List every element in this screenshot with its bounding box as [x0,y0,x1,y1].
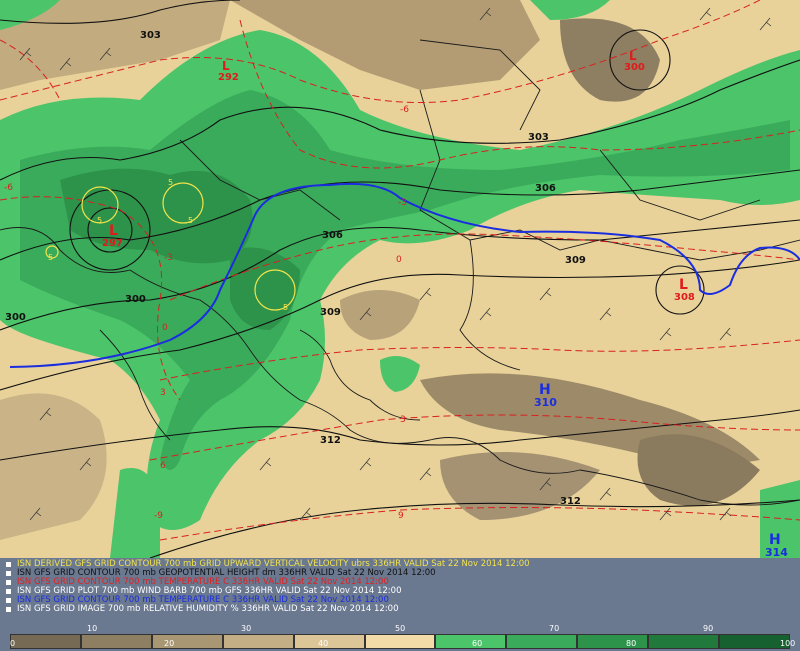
colorbar-swatch [222,634,294,649]
center-type: L [109,223,118,239]
height-label: 312 [320,435,341,446]
legend-bullet [6,571,11,577]
vv-label: 5 [97,216,102,225]
temp-label: 0 [162,323,168,333]
temp-label: 0 [396,255,402,265]
colorbar-tick-label: 50 [395,624,406,633]
legend-bullet [6,589,11,595]
colorbar-tick-label: 0 [10,639,16,648]
humidity-colorbar: 0 10 20 30 40 50 60 70 80 90 100 [0,624,800,651]
colorbar-swatch [577,634,649,649]
legend-bullet [6,580,11,586]
legend-text: ISN GFS GRID IMAGE 700 mb RELATIVE HUMID… [17,604,399,614]
temp-label: 3 [160,388,166,398]
height-label: 303 [140,30,161,41]
colorbar-swatch [648,634,720,649]
center-value: 300 [624,62,645,73]
colorbar-swatch [151,634,223,649]
height-label: 306 [322,230,343,241]
colorbar-tick-label: 80 [626,639,637,648]
vv-label: 5 [283,303,288,312]
center-type: L [679,277,688,293]
height-label: 303 [528,132,549,143]
height-label: 300 [5,312,26,323]
temp-label: -9 [154,511,163,521]
legend-bullet [6,562,11,568]
colorbar-swatch [10,634,81,649]
temp-label: -6 [4,183,13,193]
colorbar-swatch [80,634,152,649]
temp-label: 3 [400,415,406,425]
colorbar-tick-label: 10 [87,624,98,633]
vv-label: 5 [188,216,193,225]
colorbar-swatch [506,634,578,649]
temp-label: -6 [400,105,409,115]
height-label: 312 [560,496,581,507]
weather-map: 303 303 306 306 309 309 312 312 300 300 … [0,0,800,558]
height-label: 300 [125,294,146,305]
colorbar-tick-label: 40 [318,639,329,648]
vv-label: 5 [168,178,173,187]
legend-bullet [6,598,11,604]
legend-line: ISN GFS GRID IMAGE 700 mb RELATIVE HUMID… [6,604,399,614]
height-label: 306 [535,183,556,194]
colorbar-tick-label: 60 [472,639,483,648]
colorbar-swatch [435,634,507,649]
legend-panel: ISN DERIVED GFS GRID CONTOUR 700 mb GRID… [0,558,800,624]
temp-label: 9 [398,511,404,521]
center-value: 292 [218,72,239,83]
center-type: L [629,49,637,63]
height-label: 309 [320,307,341,318]
temp-label: -3 [164,253,173,263]
legend-bullet [6,607,11,613]
temp-label: 6 [160,461,166,471]
colorbar-swatch [364,634,436,649]
height-label: 309 [565,255,586,266]
colorbar-tick-label: 20 [164,639,175,648]
center-value: 310 [534,396,557,409]
colorbar-tick-label: 30 [241,624,252,633]
colorbar-swatch [293,634,365,649]
center-value: 297 [102,238,123,249]
colorbar-tick-label: 70 [549,624,560,633]
colorbar-tick-label: 90 [703,624,714,633]
center-value: 314 [765,546,788,558]
center-type: L [222,59,230,73]
temp-label: -3 [398,198,407,208]
center-value: 308 [674,292,695,303]
colorbar-tick-label: 100 [780,639,796,648]
vv-label: 5 [48,253,53,262]
